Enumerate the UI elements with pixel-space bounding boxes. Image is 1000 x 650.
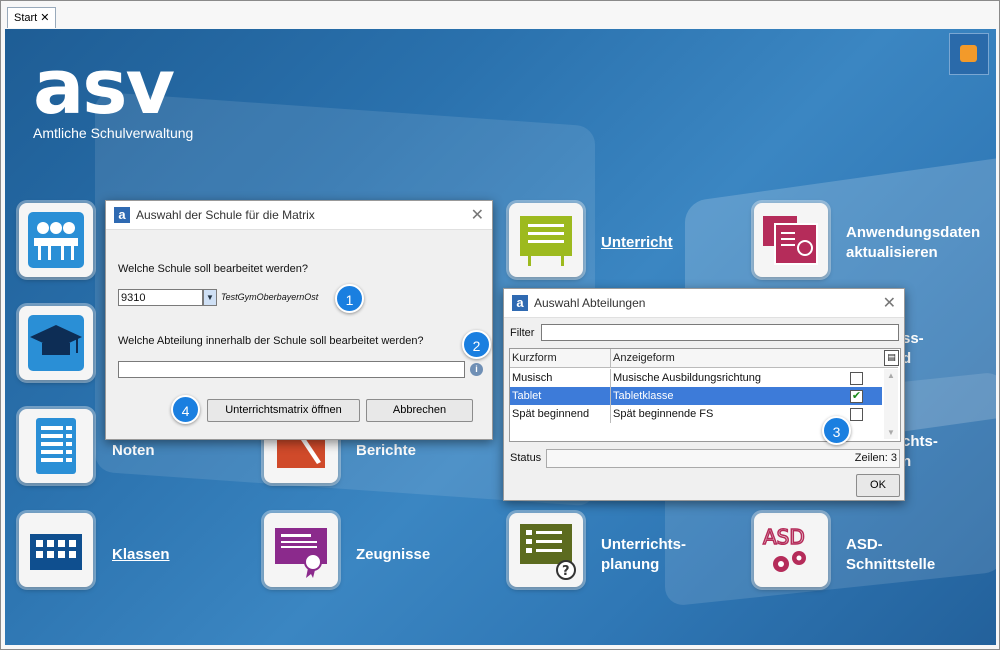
close-icon[interactable]: ✕	[40, 12, 49, 24]
dialog-titlebar: a Auswahl Abteilungen ✕	[504, 289, 904, 318]
tile-unterrichtsplanung[interactable]: ?	[509, 513, 583, 587]
school-selection-dialog: a Auswahl der Schule für die Matrix ✕ We…	[105, 200, 493, 440]
cell-anzeigeform: Musische Ausbildungsrichtung	[610, 369, 849, 387]
rss-icon	[960, 45, 977, 62]
tile-zeugnisse[interactable]	[264, 513, 338, 587]
column-kurzform[interactable]: Kurzform	[512, 349, 608, 367]
tile-asd[interactable]: ASD	[754, 513, 828, 587]
tab-bar: Start ✕	[1, 1, 999, 29]
planning-icon: ?	[520, 524, 576, 580]
step-badge-3: 3	[822, 416, 851, 445]
cell-kurzform: Tablet	[512, 390, 542, 402]
logo-subtitle: Amtliche Schulverwaltung	[33, 125, 194, 141]
vertical-scrollbar[interactable]: ▲ ▼	[884, 369, 898, 439]
status-bar: Zeilen: 3	[546, 449, 900, 468]
row-checkbox[interactable]	[850, 408, 863, 421]
column-chooser-icon[interactable]: ▤	[884, 350, 899, 366]
department-selection-dialog: a Auswahl Abteilungen ✕ Filter Kurzform …	[503, 288, 905, 501]
column-anzeigeform[interactable]: Anzeigeform	[610, 349, 849, 367]
school-name: TestGymOberbayernOst	[221, 292, 319, 302]
board-icon	[520, 216, 572, 266]
rows-count: Zeilen: 3	[854, 452, 897, 464]
tab-label: Start	[14, 12, 38, 24]
filter-label: Filter	[510, 327, 535, 339]
tile-schule[interactable]	[19, 306, 93, 380]
users-icon	[28, 212, 84, 268]
certificate-icon	[275, 528, 327, 578]
dialog-title: Auswahl der Schule für die Matrix	[136, 208, 315, 222]
tile-klassen[interactable]	[19, 513, 93, 587]
step-badge-1: 1	[335, 284, 364, 313]
tile-unterricht[interactable]	[509, 203, 583, 277]
info-icon[interactable]: i	[470, 363, 483, 376]
question-school: Welche Schule soll bearbeitet werden?	[118, 263, 308, 275]
tile-klassen-label[interactable]: Klassen	[112, 545, 170, 565]
hidden-label-1: ss-	[902, 330, 924, 347]
tile-anwendungsdaten[interactable]	[754, 203, 828, 277]
tab-start[interactable]: Start ✕	[7, 7, 57, 28]
ok-button[interactable]: OK	[856, 474, 900, 497]
cell-anzeigeform: Spät beginnende FS	[610, 405, 849, 423]
scroll-up-icon[interactable]: ▲	[884, 371, 898, 380]
open-matrix-button[interactable]: Unterrichtsmatrix öffnen	[207, 399, 360, 422]
row-checkbox[interactable]	[850, 372, 863, 385]
cell-kurzform: Spät beginnend	[512, 408, 590, 420]
app-icon: a	[512, 295, 528, 311]
cell-kurzform: Musisch	[512, 372, 553, 384]
close-icon[interactable]: ✕	[471, 205, 484, 225]
tile-unterricht-label[interactable]: Unterricht	[601, 233, 673, 253]
asd-gears-icon: ASD	[762, 524, 806, 572]
svg-text:ASD: ASD	[763, 525, 805, 549]
rss-button[interactable]	[949, 33, 989, 75]
tile-anwendungsdaten-label[interactable]: Anwendungsdaten aktualisieren	[846, 223, 980, 263]
grades-list-icon	[36, 418, 76, 474]
chevron-down-icon[interactable]: ▼	[203, 289, 217, 306]
tile-zeugnisse-label[interactable]: Zeugnisse	[356, 545, 430, 565]
tile-noten-label[interactable]: Noten	[112, 441, 155, 461]
table-row[interactable]: Musisch Musische Ausbildungsrichtung	[510, 369, 882, 387]
tile-noten[interactable]	[19, 409, 93, 483]
building-icon	[30, 534, 82, 570]
department-input[interactable]	[118, 361, 465, 378]
asv-logo: asv Amtliche Schulverwaltung	[33, 42, 194, 142]
school-combobox[interactable]: 9310	[118, 289, 203, 306]
graduation-cap-icon	[28, 315, 84, 371]
dialog-titlebar: a Auswahl der Schule für die Matrix ✕	[106, 201, 492, 230]
cancel-button[interactable]: Abbrechen	[366, 399, 473, 422]
table-row-selected[interactable]: Tablet Tabletklasse ✔	[510, 387, 882, 405]
step-badge-2: 2	[462, 330, 491, 359]
close-icon[interactable]: ✕	[883, 293, 896, 313]
tile-berichte-label[interactable]: Berichte	[356, 441, 416, 461]
svg-text:?: ?	[562, 564, 570, 579]
tile-unterrichtsplanung-label[interactable]: Unterrichts-planung	[601, 535, 701, 575]
school-value: 9310	[121, 292, 146, 304]
logo-text: asv	[33, 42, 175, 131]
app-window: Start ✕ asv Amtliche Schulverwaltung Note…	[0, 0, 1000, 650]
dialog-title: Auswahl Abteilungen	[534, 296, 646, 310]
cell-anzeigeform: Tabletklasse	[610, 387, 849, 405]
tile-asd-label[interactable]: ASD-Schnittstelle	[846, 535, 956, 575]
row-checkbox-checked[interactable]: ✔	[850, 390, 863, 403]
hidden-label-2: chts-	[902, 433, 938, 450]
status-label: Status	[510, 452, 542, 464]
question-department: Welche Abteilung innerhalb der Schule so…	[118, 335, 424, 347]
scroll-down-icon[interactable]: ▼	[884, 428, 898, 437]
step-badge-4: 4	[171, 395, 200, 424]
table-header: Kurzform Anzeigeform	[510, 349, 898, 368]
refresh-data-icon	[763, 216, 818, 265]
tile-users[interactable]	[19, 203, 93, 277]
filter-input[interactable]	[541, 324, 899, 341]
app-icon: a	[114, 207, 130, 223]
